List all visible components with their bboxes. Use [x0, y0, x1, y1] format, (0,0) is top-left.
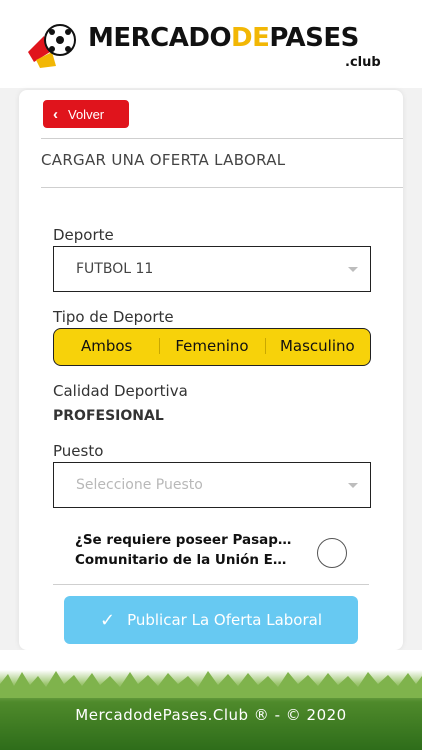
brand-part-2: DE	[231, 23, 270, 53]
soccer-ball-logo-icon	[28, 24, 76, 68]
divider-question	[53, 584, 369, 585]
sport-type-label: Tipo de Deporte	[53, 308, 174, 326]
page-title: CARGAR UNA OFERTA LABORAL	[41, 151, 286, 169]
sport-type-segmented: Ambos Femenino Masculino	[53, 328, 371, 366]
publish-offer-label: Publicar La Oferta Laboral	[127, 611, 323, 629]
footer: MercadodePases.Club ® - © 2020	[0, 650, 422, 750]
position-select-placeholder: Seleccione Puesto	[76, 477, 203, 493]
sport-type-option-femenino[interactable]: Femenino	[159, 328, 264, 366]
passport-radio[interactable]	[317, 538, 347, 568]
brand-part-1: MERCADO	[88, 23, 232, 53]
sport-type-option-masculino[interactable]: Masculino	[264, 328, 370, 366]
passport-question-line1: ¿Se requiere poseer Pasap…	[75, 532, 292, 548]
sport-select-value: FUTBOL 11	[76, 261, 154, 277]
sport-type-option-ambos[interactable]: Ambos	[54, 328, 159, 366]
sport-select[interactable]: FUTBOL 11	[53, 246, 371, 292]
footer-copyright: MercadodePases.Club ® - © 2020	[75, 706, 347, 724]
passport-question-line2: Comunitario de la Unión E…	[75, 552, 287, 568]
chevron-left-icon: ‹	[53, 105, 58, 123]
divider-top	[41, 138, 403, 139]
brand-suffix: .club	[345, 55, 381, 70]
job-offer-card: ‹ Volver CARGAR UNA OFERTA LABORAL Depor…	[19, 90, 403, 650]
position-label: Puesto	[53, 442, 104, 460]
grass-decoration-icon	[0, 671, 422, 698]
brand-title: MERCADODEPASES	[88, 22, 359, 54]
brand-part-3: PASES	[269, 23, 359, 53]
divider-title	[41, 187, 403, 188]
back-button[interactable]: ‹ Volver	[43, 100, 129, 128]
caret-down-icon	[348, 483, 358, 488]
back-button-label: Volver	[68, 106, 105, 122]
sport-label: Deporte	[53, 226, 114, 244]
quality-label: Calidad Deportiva	[53, 382, 188, 400]
quality-value: PROFESIONAL	[53, 408, 164, 424]
caret-down-icon	[348, 267, 358, 272]
position-select[interactable]: Seleccione Puesto	[53, 462, 371, 508]
passport-question: ¿Se requiere poseer Pasap… Comunitario d…	[75, 530, 315, 570]
checkmark-icon: ✓	[99, 609, 116, 631]
publish-offer-button[interactable]: ✓ Publicar La Oferta Laboral	[64, 596, 358, 644]
app-header: MERCADODEPASES .club	[0, 0, 422, 88]
